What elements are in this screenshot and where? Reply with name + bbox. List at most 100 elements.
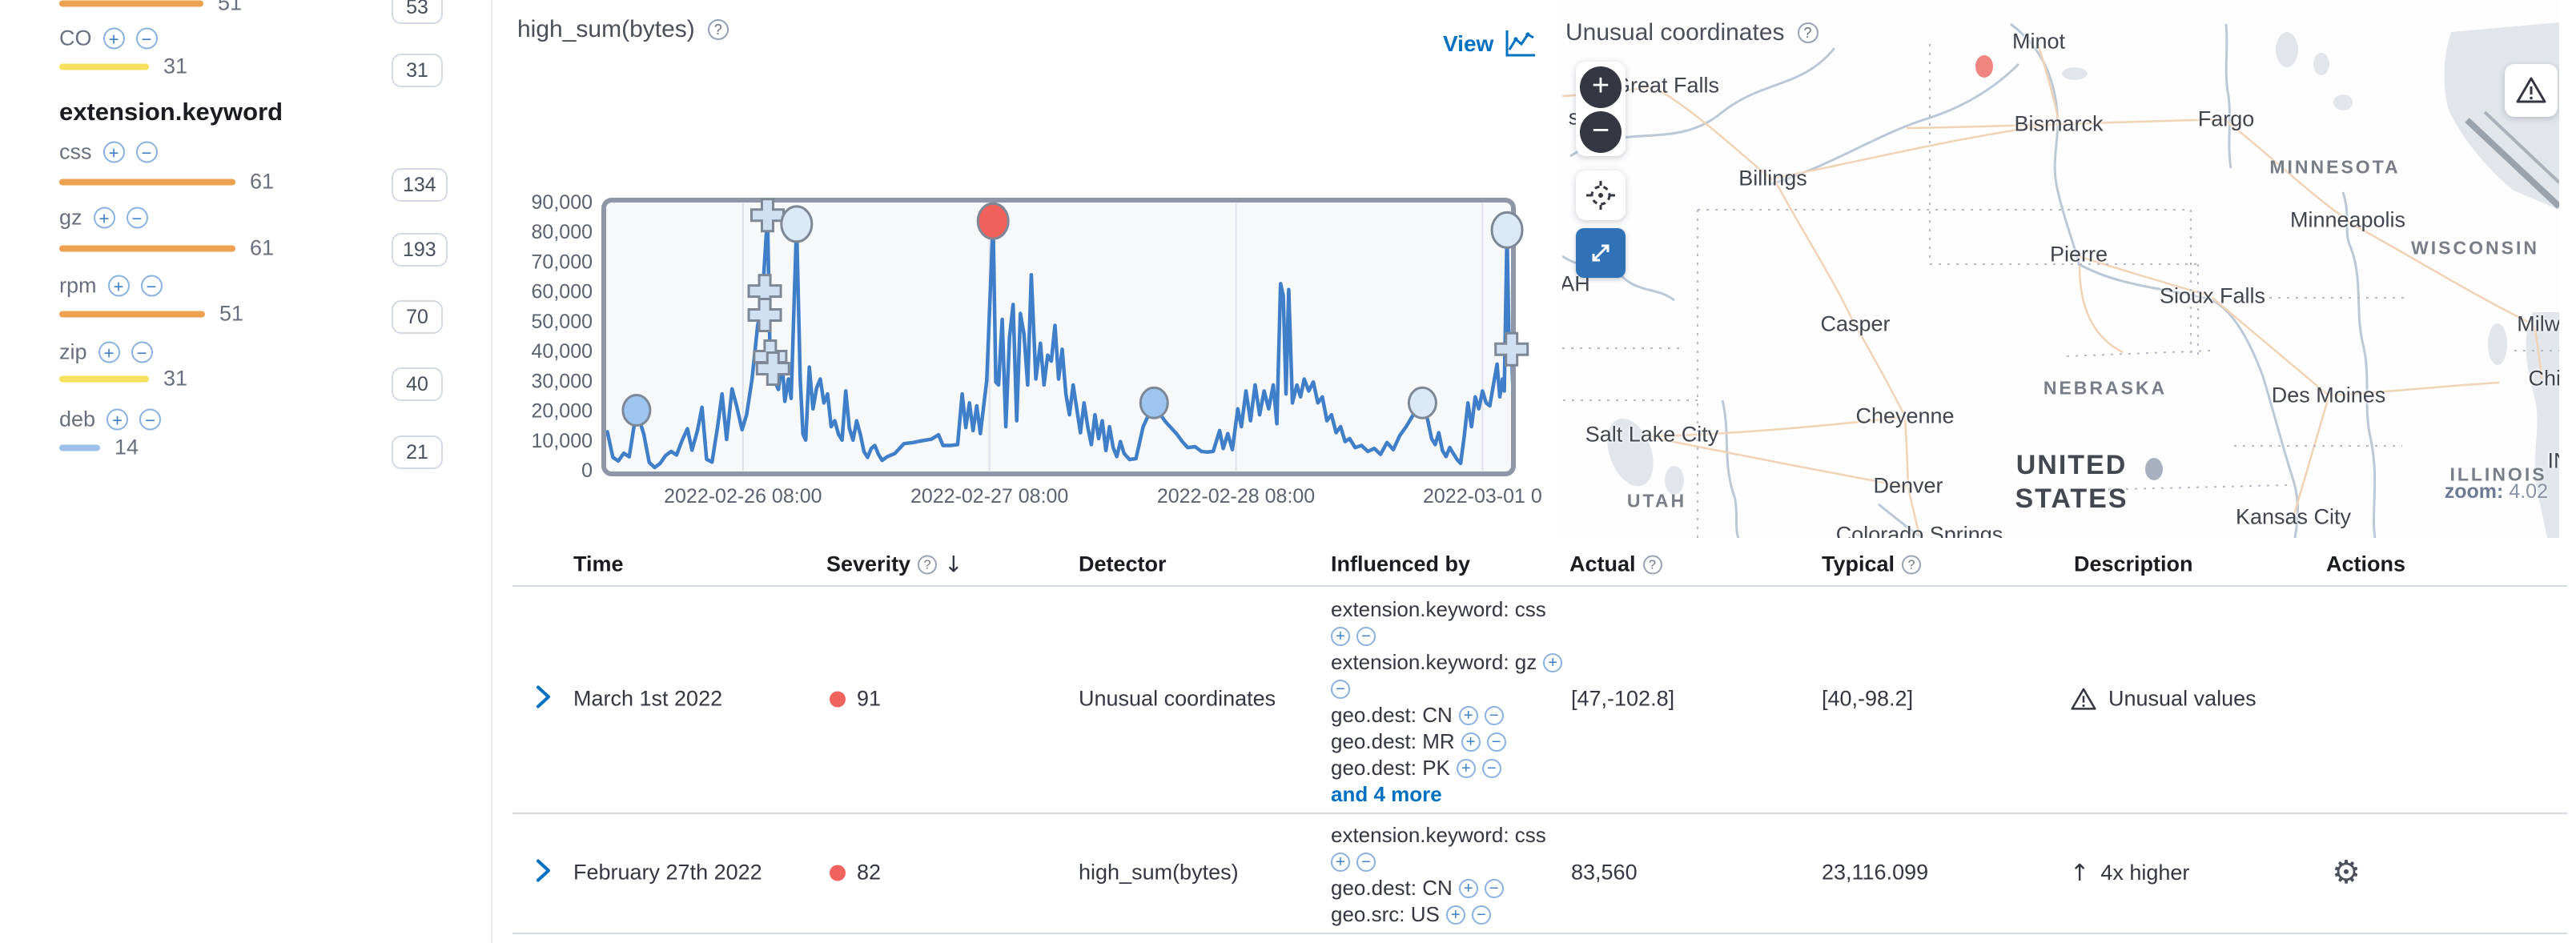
y-axis-tick: 60,000	[532, 281, 593, 303]
influencer-text: extension.keyword: css	[1331, 597, 1546, 622]
anomaly-marker-medium-blue[interactable]	[623, 395, 650, 426]
help-icon[interactable]: ?	[1902, 555, 1921, 574]
severity-bar	[59, 444, 100, 451]
map-state-label: MINNESOTA	[2269, 157, 2400, 179]
severity-bar	[59, 63, 149, 70]
x-axis-tick: 2022-02-27 08:00	[910, 485, 1068, 508]
anomaly-timeseries-chart[interactable]: 010,00020,00030,00040,00050,00060,00070,…	[496, 0, 1562, 532]
influencer-value: CO	[59, 26, 92, 51]
influencer-value: gz	[59, 206, 82, 231]
cell-actual: [47,-102.8]	[1571, 687, 1674, 712]
map-attribution-warning-button[interactable]	[2505, 64, 2558, 117]
column-header-severity[interactable]: Severity?↓	[826, 552, 963, 578]
map-city-label: Salt Lake City	[1585, 423, 1719, 447]
add-filter-icon[interactable]: +	[108, 275, 130, 297]
remove-filter-icon[interactable]: −	[136, 28, 158, 50]
zoom-in-button[interactable]: +	[1580, 66, 1622, 108]
severity-dot	[830, 691, 846, 707]
influencer-value: zip	[59, 340, 87, 365]
help-icon[interactable]: ?	[918, 555, 937, 574]
show-more-link-label[interactable]: and 4 more	[1331, 782, 1442, 807]
add-filter-icon[interactable]: +	[106, 409, 128, 431]
y-axis-tick: 0	[581, 459, 593, 482]
y-axis-tick: 40,000	[532, 340, 593, 363]
severity-bar	[59, 311, 205, 317]
influencer-value: rpm	[59, 274, 97, 299]
fit-to-data-button[interactable]	[1576, 171, 1626, 220]
help-icon[interactable]: ?	[1798, 22, 1818, 43]
add-filter-icon[interactable]: +	[103, 28, 125, 50]
influencer-max-score: 61	[250, 236, 274, 261]
severity-bar	[59, 179, 235, 185]
anomaly-dot[interactable]	[1975, 55, 1993, 78]
anomaly-marker-light-blue[interactable]	[1492, 212, 1522, 247]
remove-filter-icon[interactable]: −	[139, 409, 161, 431]
influencer-item-label: rpm +−	[59, 274, 163, 299]
influencer-entry: geo.dest: PK +−	[1331, 755, 1579, 781]
column-header-label: Typical	[1822, 552, 1895, 577]
add-filter-icon[interactable]: +	[98, 342, 120, 363]
description-text: 4x higher	[2100, 861, 2189, 885]
arrow-up-icon: ↑	[2070, 859, 2089, 886]
remove-filter-icon[interactable]: −	[141, 275, 163, 297]
anomaly-marker-light-blue[interactable]	[1409, 387, 1436, 418]
add-filter-icon[interactable]: +	[1543, 653, 1562, 672]
anomaly-marker-light-blue[interactable]	[782, 207, 812, 242]
remove-filter-icon[interactable]: −	[1482, 759, 1501, 778]
cell-severity: 91	[830, 687, 881, 712]
remove-filter-icon[interactable]: −	[131, 342, 153, 363]
remove-filter-icon[interactable]: −	[127, 207, 148, 229]
remove-filter-icon[interactable]: −	[1331, 680, 1350, 699]
add-filter-icon[interactable]: +	[1331, 627, 1350, 646]
zoom-out-button[interactable]: −	[1580, 111, 1622, 153]
map-city-label: Pierre	[2050, 243, 2108, 267]
map-city-label: Denver	[1873, 474, 1943, 499]
add-filter-icon[interactable]: +	[1459, 706, 1478, 725]
description-text: Unusual values	[2108, 687, 2257, 712]
column-header-label: Detector	[1079, 552, 1167, 577]
remove-filter-icon[interactable]: −	[136, 142, 158, 163]
influencer-item: 14	[59, 435, 139, 460]
remove-filter-icon[interactable]: −	[1485, 879, 1504, 898]
influencer-entry: geo.dest: CN+−	[1331, 702, 1579, 728]
map-state-label: ILLINOIS	[2449, 464, 2546, 486]
anomaly-marker-red[interactable]	[978, 203, 1008, 239]
cell-actual: 83,560	[1571, 861, 1638, 885]
influencer-entry: geo.src: US +−	[1331, 901, 1579, 928]
show-more-influencers-link[interactable]: and 4 more	[1331, 781, 1579, 808]
add-filter-icon[interactable]: +	[1457, 759, 1476, 778]
cell-influenced-by: extension.keyword: css+−extension.keywor…	[1331, 596, 1579, 808]
warning-icon	[2515, 75, 2547, 106]
expand-row-button[interactable]	[532, 857, 554, 889]
influencer-entry: extension.keyword: css	[1331, 596, 1579, 623]
anomaly-marker-medium-blue[interactable]	[1140, 387, 1167, 418]
add-filter-icon[interactable]: +	[103, 142, 125, 163]
add-filter-icon[interactable]: +	[1459, 879, 1478, 898]
rule-actions-gear-button[interactable]: ⚙	[2332, 854, 2361, 891]
influencer-entry: extension.keyword: gz+	[1331, 649, 1579, 676]
expand-map-button[interactable]	[1576, 228, 1626, 278]
help-icon[interactable]: ?	[1643, 555, 1662, 574]
remove-filter-icon[interactable]: −	[1487, 732, 1506, 752]
add-filter-icon[interactable]: +	[1461, 732, 1481, 752]
map-state-label: WISCONSIN	[2411, 238, 2539, 259]
influencer-text: geo.dest: PK	[1331, 756, 1450, 780]
remove-filter-icon[interactable]: −	[1472, 905, 1491, 925]
column-header-detector: Detector	[1079, 552, 1167, 577]
remove-filter-icon[interactable]: −	[1485, 706, 1504, 725]
remove-filter-icon[interactable]: −	[1356, 627, 1376, 646]
map-label-fragment: IN	[2548, 449, 2560, 474]
expand-row-button[interactable]	[532, 683, 554, 716]
influencer-item: 61	[59, 170, 274, 195]
add-filter-icon[interactable]: +	[1331, 853, 1350, 872]
influencer-count-badge: 40	[392, 367, 443, 401]
crosshair-icon	[1585, 179, 1617, 211]
influencer-item: 51	[59, 0, 242, 16]
add-filter-icon[interactable]: +	[94, 207, 115, 229]
map-title: Unusual coordinates	[1565, 19, 1785, 46]
add-filter-icon[interactable]: +	[1446, 905, 1465, 925]
remove-filter-icon[interactable]: −	[1356, 853, 1376, 872]
column-header-label: Actions	[2326, 552, 2405, 577]
unusual-coordinates-map[interactable]: Unusual coordinates ? + −	[1562, 0, 2559, 538]
influencer-text: geo.src: US	[1331, 902, 1440, 927]
